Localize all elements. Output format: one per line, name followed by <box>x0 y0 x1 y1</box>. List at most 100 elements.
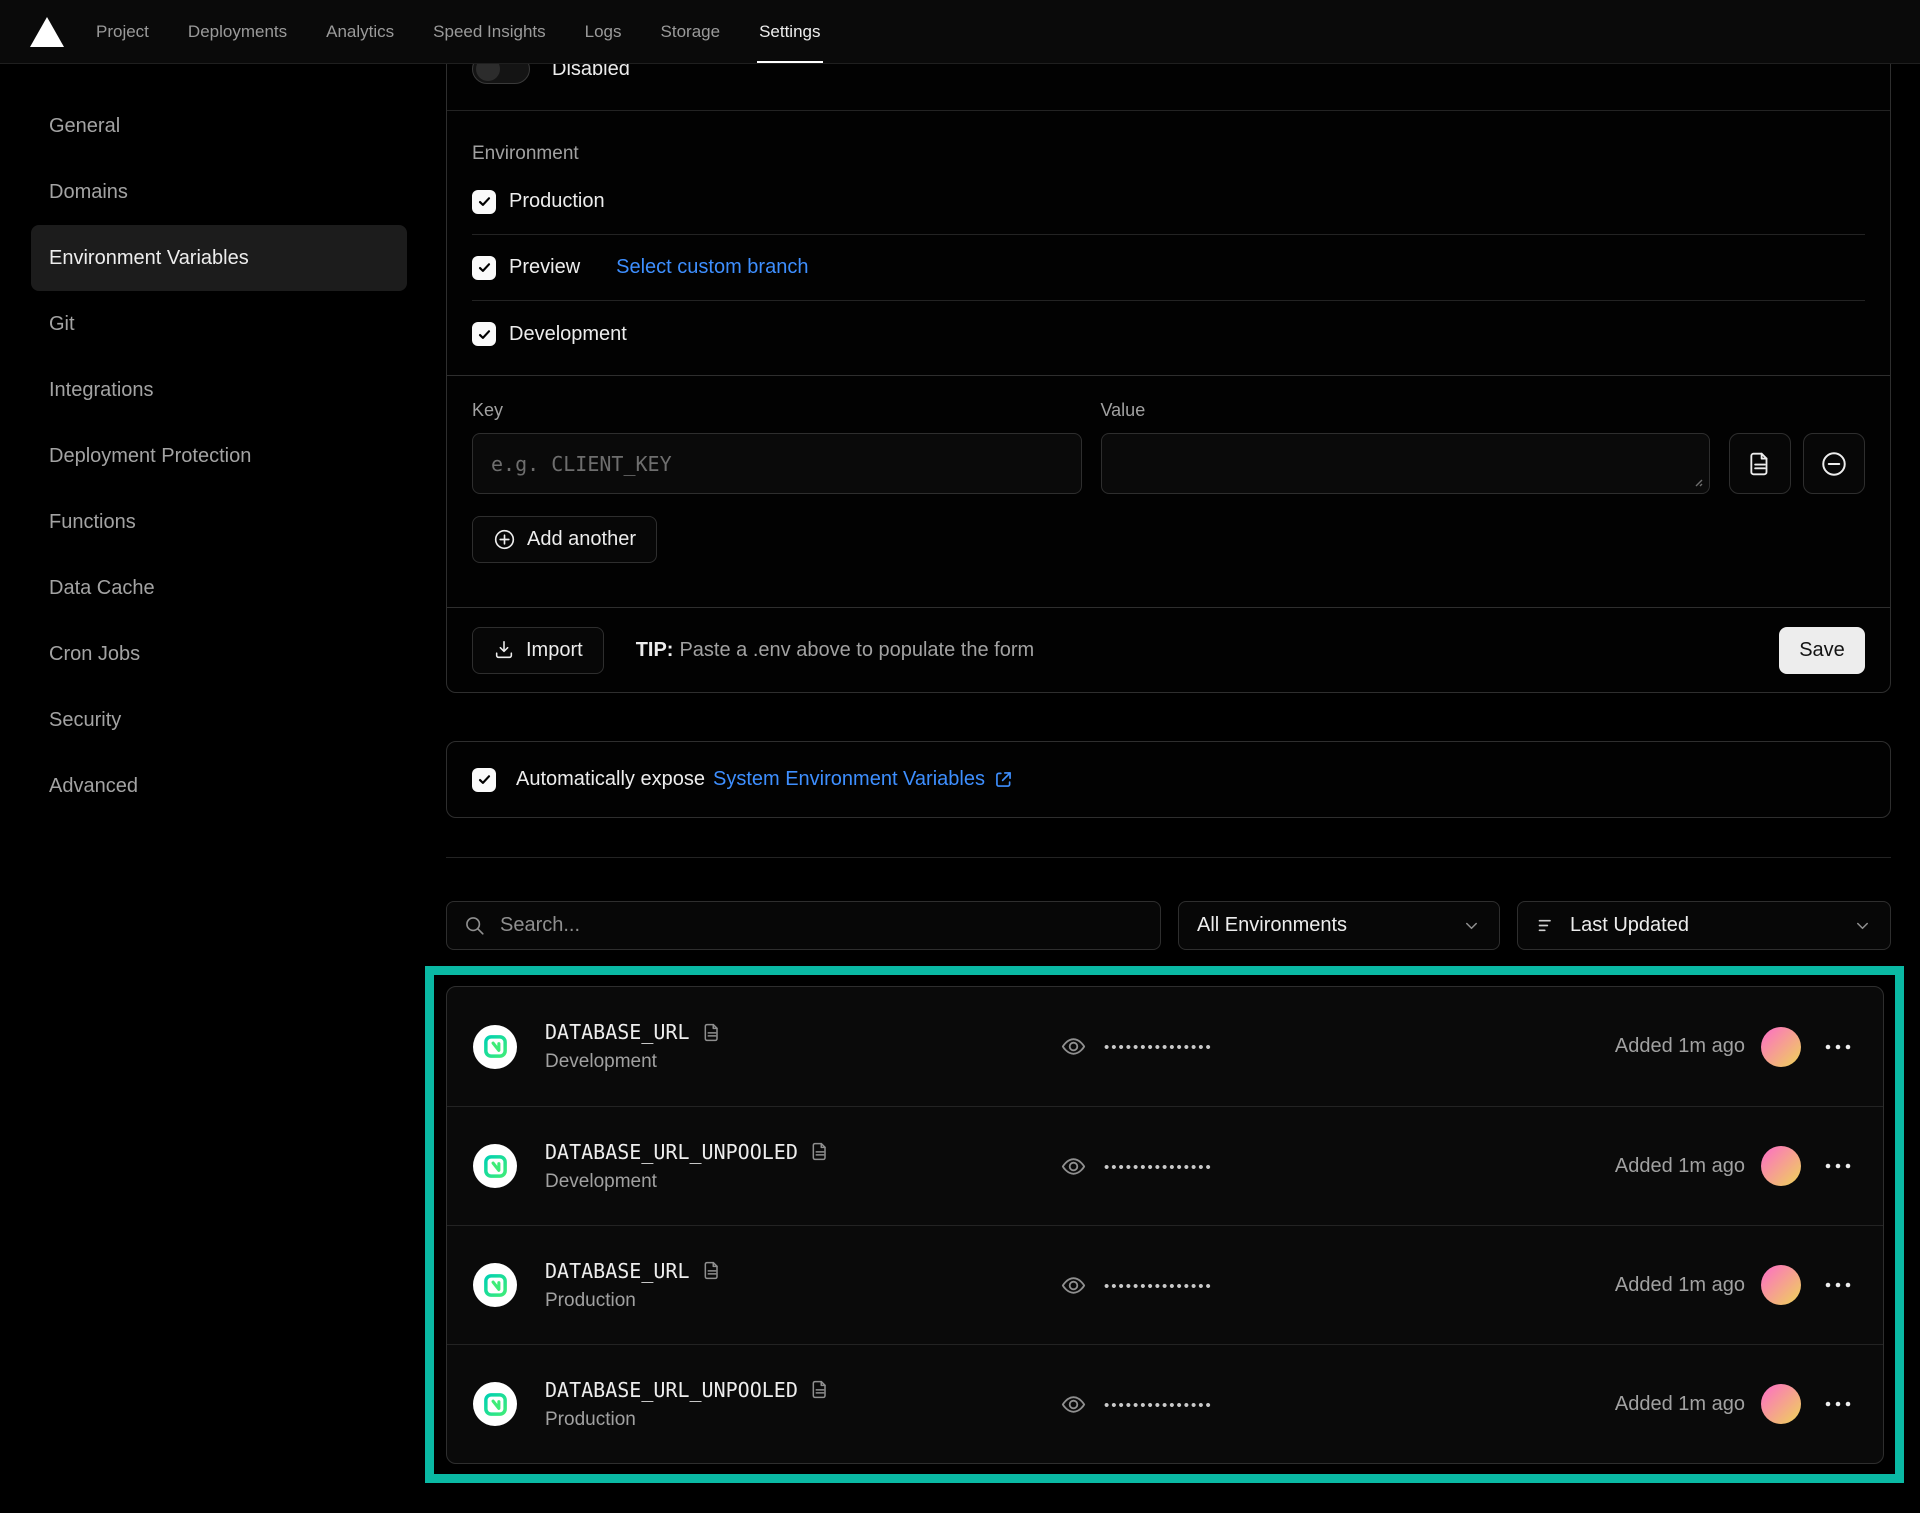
sidebar-item-security[interactable]: Security <box>31 687 407 753</box>
reveal-value-eye-icon[interactable] <box>1060 1391 1087 1418</box>
nav-item-project[interactable]: Project <box>96 0 149 63</box>
reveal-value-eye-icon[interactable] <box>1060 1272 1087 1299</box>
note-icon[interactable] <box>702 1022 722 1043</box>
import-tip: TIP:Paste a .env above to populate the f… <box>636 639 1034 662</box>
env-row-development: Development <box>472 301 1865 367</box>
env-row-preview: Preview Select custom branch <box>472 235 1865 301</box>
env-var-key: DATABASE_URL <box>545 1259 690 1283</box>
added-timestamp: Added 1m ago <box>1615 1393 1745 1416</box>
note-icon[interactable] <box>810 1379 830 1400</box>
value-label: Value <box>1101 400 1711 421</box>
row-menu-button[interactable] <box>1815 1384 1861 1424</box>
system-env-checkbox[interactable] <box>472 768 496 792</box>
search-icon <box>464 915 486 937</box>
note-icon[interactable] <box>810 1141 830 1162</box>
add-another-button[interactable]: Add another <box>472 516 657 563</box>
reveal-value-eye-icon[interactable] <box>1060 1033 1087 1060</box>
ellipsis-icon <box>1825 1163 1851 1169</box>
nav-item-logs[interactable]: Logs <box>585 0 622 63</box>
ellipsis-icon <box>1825 1401 1851 1407</box>
ellipsis-icon <box>1825 1044 1851 1050</box>
environment-section-label: Environment <box>472 143 1865 165</box>
key-value-section: Key Value e.g. CLIENT_KEY <box>447 376 1890 608</box>
section-divider <box>446 857 1891 858</box>
select-custom-branch-link[interactable]: Select custom branch <box>616 256 808 279</box>
env-var-environment: Development <box>545 1171 830 1193</box>
nav-item-deployments[interactable]: Deployments <box>188 0 287 63</box>
nav-item-speed-insights[interactable]: Speed Insights <box>433 0 545 63</box>
system-env-link[interactable]: System Environment Variables <box>713 768 985 791</box>
search-input[interactable]: Search... <box>446 901 1161 950</box>
masked-value: ••••••••••••••• <box>1104 1038 1213 1055</box>
nav-item-settings[interactable]: Settings <box>759 0 820 63</box>
reveal-value-eye-icon[interactable] <box>1060 1153 1087 1180</box>
sidebar-item-advanced[interactable]: Advanced <box>31 753 407 819</box>
row-menu-button[interactable] <box>1815 1265 1861 1305</box>
system-env-prefix: Automatically expose <box>516 768 705 791</box>
neon-integration-icon <box>473 1382 517 1426</box>
preview-checkbox[interactable] <box>472 256 496 280</box>
env-var-row[interactable]: DATABASE_URL_UNPOOLED Development ••••••… <box>447 1106 1883 1225</box>
remove-row-button[interactable] <box>1803 433 1865 494</box>
system-env-card: Automatically expose System Environment … <box>446 741 1891 818</box>
ellipsis-icon <box>1825 1282 1851 1288</box>
chevron-down-icon <box>1853 916 1872 935</box>
development-label: Development <box>509 323 627 346</box>
check-icon <box>477 260 492 275</box>
sidebar-item-general[interactable]: General <box>31 93 407 159</box>
vercel-logo-icon[interactable] <box>28 15 66 49</box>
sidebar-item-cron-jobs[interactable]: Cron Jobs <box>31 621 407 687</box>
paste-env-file-button[interactable] <box>1729 433 1791 494</box>
check-icon <box>477 327 492 342</box>
resize-grip-icon[interactable] <box>1692 476 1704 488</box>
neon-integration-icon <box>473 1144 517 1188</box>
sidebar-item-deployment-protection[interactable]: Deployment Protection <box>31 423 407 489</box>
production-checkbox[interactable] <box>472 190 496 214</box>
form-footer: Import TIP:Paste a .env above to populat… <box>447 608 1890 692</box>
filters-row: Search... All Environments Last Updated <box>446 901 1891 950</box>
sort-lines-icon <box>1536 915 1557 936</box>
sidebar-item-domains[interactable]: Domains <box>31 159 407 225</box>
env-var-key: DATABASE_URL_UNPOOLED <box>545 1378 798 1402</box>
value-input[interactable] <box>1101 433 1711 494</box>
highlight-frame: DATABASE_URL Development •••••••••••••••… <box>425 966 1904 1483</box>
create-env-var-card: Disabled Environment Production Preview … <box>446 0 1891 693</box>
nav-item-storage[interactable]: Storage <box>661 0 721 63</box>
save-button[interactable]: Save <box>1779 627 1865 674</box>
sidebar-item-integrations[interactable]: Integrations <box>31 357 407 423</box>
note-icon[interactable] <box>702 1260 722 1281</box>
check-icon <box>477 194 492 209</box>
chevron-down-icon <box>1462 916 1481 935</box>
added-timestamp: Added 1m ago <box>1615 1155 1745 1178</box>
external-link-icon[interactable] <box>993 769 1014 790</box>
key-input[interactable]: e.g. CLIENT_KEY <box>472 433 1082 494</box>
environment-section: Environment Production Preview Select cu… <box>447 143 1890 376</box>
environment-filter-select[interactable]: All Environments <box>1178 901 1500 950</box>
sort-filter-select[interactable]: Last Updated <box>1517 901 1891 950</box>
development-checkbox[interactable] <box>472 322 496 346</box>
env-var-key: DATABASE_URL_UNPOOLED <box>545 1140 798 1164</box>
env-var-row[interactable]: DATABASE_URL_UNPOOLED Production •••••••… <box>447 1344 1883 1463</box>
settings-sidebar: General Domains Environment Variables Gi… <box>31 64 407 819</box>
minus-circle-icon <box>1820 450 1848 478</box>
key-placeholder: e.g. CLIENT_KEY <box>491 452 672 476</box>
neon-integration-icon <box>473 1263 517 1307</box>
env-var-environment: Production <box>545 1409 830 1431</box>
sidebar-item-data-cache[interactable]: Data Cache <box>31 555 407 621</box>
sidebar-item-functions[interactable]: Functions <box>31 489 407 555</box>
environment-variables-panel: Disabled Environment Production Preview … <box>446 64 1891 1483</box>
import-button[interactable]: Import <box>472 627 604 674</box>
env-var-key: DATABASE_URL <box>545 1020 690 1044</box>
tip-label: TIP: <box>636 639 674 661</box>
sidebar-item-environment-variables[interactable]: Environment Variables <box>31 225 407 291</box>
preview-label: Preview <box>509 256 580 279</box>
row-menu-button[interactable] <box>1815 1027 1861 1067</box>
env-var-row[interactable]: DATABASE_URL Development •••••••••••••••… <box>447 987 1883 1106</box>
search-placeholder: Search... <box>500 914 580 937</box>
row-menu-button[interactable] <box>1815 1146 1861 1186</box>
sidebar-item-git[interactable]: Git <box>31 291 407 357</box>
file-icon <box>1747 451 1773 477</box>
env-var-row[interactable]: DATABASE_URL Production ••••••••••••••• … <box>447 1225 1883 1344</box>
nav-item-analytics[interactable]: Analytics <box>326 0 394 63</box>
neon-integration-icon <box>473 1025 517 1069</box>
